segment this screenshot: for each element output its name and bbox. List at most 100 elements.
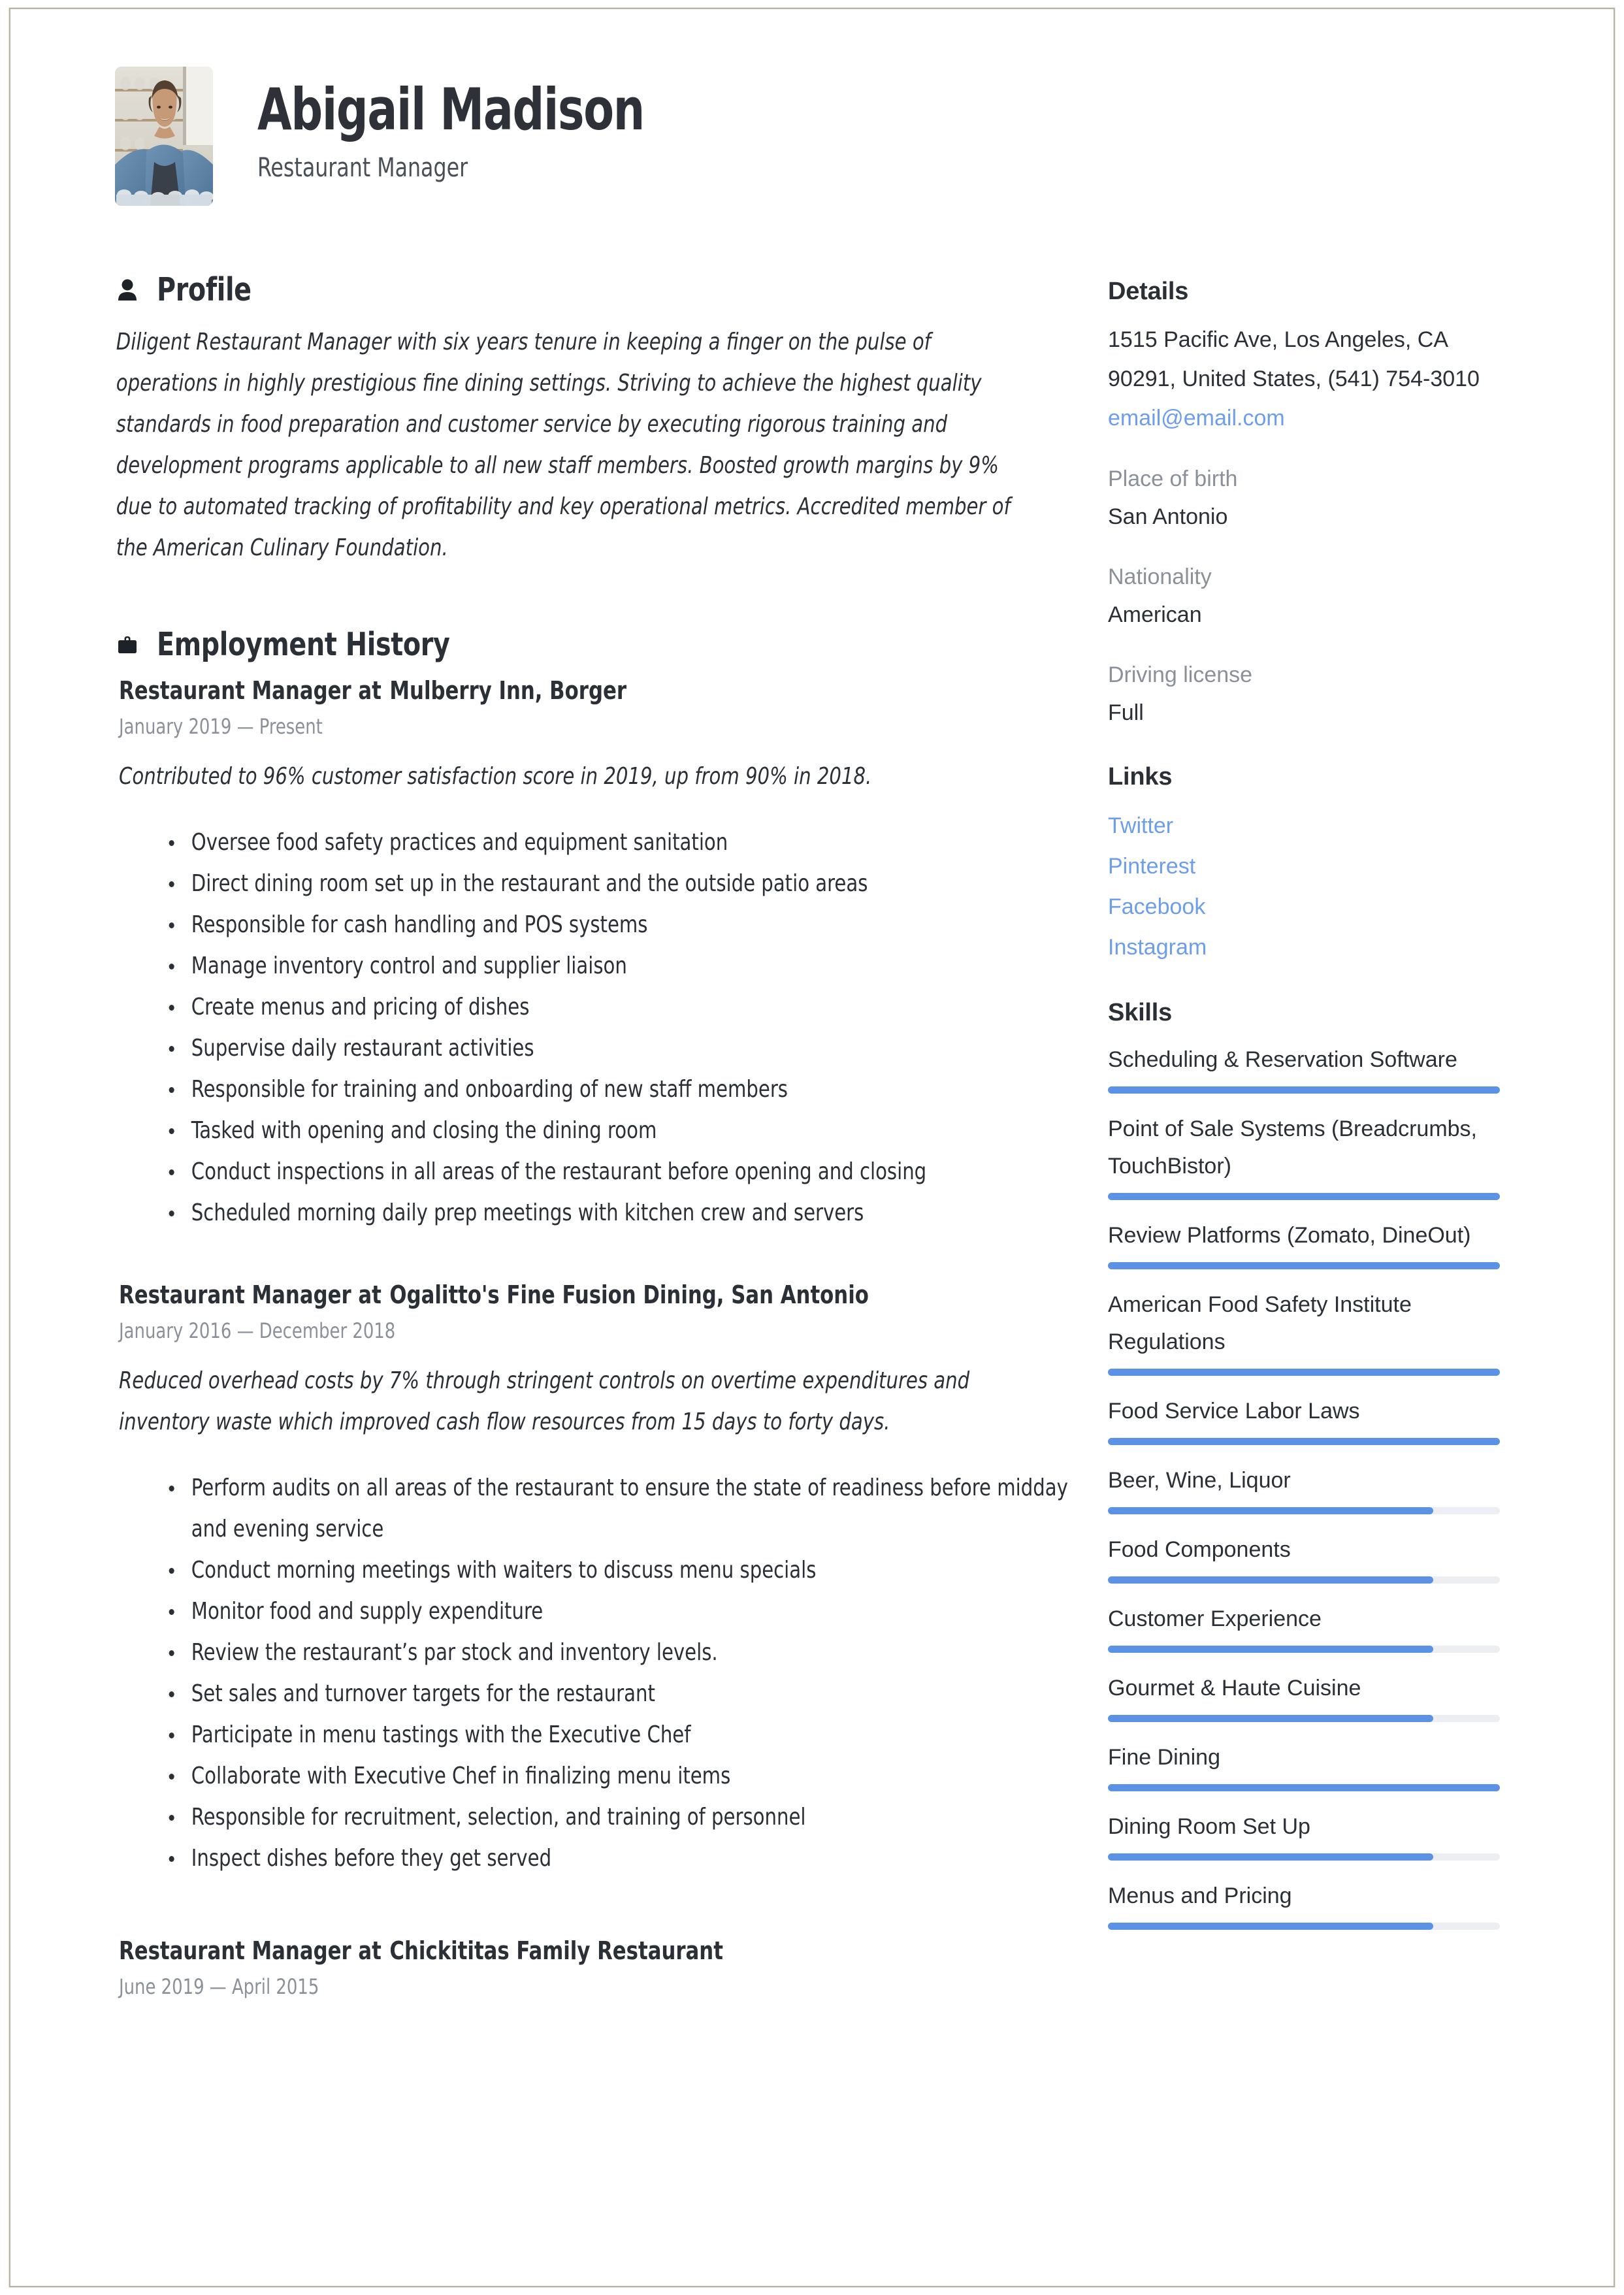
skill-progress-track [1108, 1576, 1500, 1584]
bullet-item: Manage inventory control and supplier li… [161, 945, 1081, 986]
skill-item: Point of Sale Systems (Breadcrumbs, Touc… [1108, 1111, 1500, 1200]
page-title: Abigail Madison [257, 76, 645, 143]
field-value: San Antonio [1108, 504, 1228, 529]
person-icon [115, 276, 140, 304]
profile-section: Profile Diligent Restaurant Manager with… [115, 271, 1036, 568]
profile-heading: Profile [157, 271, 252, 308]
field-label: Driving license [1108, 662, 1253, 687]
skill-progress-track [1108, 1507, 1500, 1514]
skill-progress-fill [1108, 1507, 1433, 1514]
field-label: Nationality [1108, 564, 1212, 589]
skill-progress-fill [1108, 1086, 1500, 1094]
field-label: Place of birth [1108, 466, 1238, 491]
bullet-item: Direct dining room set up in the restaur… [161, 863, 1081, 904]
address-text: 1515 Pacific Ave, Los Angeles, CA 90291,… [1108, 327, 1480, 391]
job-dates: January 2016 — December 2018 [119, 1318, 396, 1343]
job-summary: Contributed to 96% customer satisfaction… [119, 763, 872, 790]
bullet-item: Review the restaurant’s par stock and in… [161, 1632, 1081, 1673]
skill-item: Food Service Labor Laws [1108, 1393, 1500, 1445]
bullet-item: Monitor food and supply expenditure [161, 1591, 1081, 1632]
job-bullets: Oversee food safety practices and equipm… [161, 822, 1081, 1233]
skill-progress-track [1108, 1784, 1500, 1791]
link-pinterest[interactable]: Pinterest [1108, 846, 1500, 887]
bullet-item: Collaborate with Executive Chef in final… [161, 1755, 1081, 1797]
job-dates: June 2019 — April 2015 [119, 1974, 319, 1999]
skill-label: Food Components [1108, 1537, 1291, 1562]
skill-item: Dining Room Set Up [1108, 1808, 1500, 1861]
bullet-item: Supervise daily restaurant activities [161, 1028, 1081, 1069]
skill-progress-track [1108, 1646, 1500, 1653]
bullet-item: Conduct inspections in all areas of the … [161, 1151, 1081, 1192]
skill-progress-fill [1108, 1853, 1433, 1861]
links-heading: Links [1108, 763, 1173, 790]
skill-label: Food Service Labor Laws [1108, 1399, 1360, 1424]
skill-item: American Food Safety Institute Regulatio… [1108, 1286, 1500, 1376]
job-summary: Reduced overhead costs by 7% through str… [119, 1367, 970, 1435]
skill-progress-track [1108, 1715, 1500, 1722]
employment-section: Employment History Restaurant Manager at… [115, 626, 1068, 1999]
bullet-item: Scheduled morning daily prep meetings wi… [161, 1192, 1081, 1233]
job-employer: Mulberry Inn, Borger [389, 676, 627, 705]
skill-item: Beer, Wine, Liquor [1108, 1462, 1500, 1514]
bullet-item: Responsible for recruitment, selection, … [161, 1797, 1081, 1838]
details-heading: Details [1108, 278, 1189, 305]
skill-label: American Food Safety Institute Regulatio… [1108, 1292, 1412, 1354]
skill-label: Gourmet & Haute Cuisine [1108, 1676, 1361, 1701]
skill-label: Menus and Pricing [1108, 1883, 1292, 1908]
skill-progress-track [1108, 1923, 1500, 1930]
skill-item: Review Platforms (Zomato, DineOut) [1108, 1217, 1500, 1269]
detail-field-nationality: Nationality American [1108, 558, 1500, 634]
skills-list: Scheduling & Reservation Software Point o… [1108, 1041, 1500, 1930]
profile-text: Diligent Restaurant Manager with six yea… [116, 329, 1011, 561]
bullet-item: Participate in menu tastings with the Ex… [161, 1714, 1081, 1755]
job-employer: Ogalitto's Fine Fusion Dining, San Anton… [389, 1280, 869, 1309]
field-value: American [1108, 602, 1202, 627]
email-link[interactable]: email@email.com [1108, 406, 1285, 431]
skill-progress-track [1108, 1193, 1500, 1200]
job-bullets: Perform audits on all areas of the resta… [161, 1467, 1081, 1879]
skill-label: Customer Experience [1108, 1606, 1322, 1631]
skill-progress-track [1108, 1086, 1500, 1094]
skill-progress-fill [1108, 1438, 1500, 1445]
bullet-item: Tasked with opening and closing the dini… [161, 1110, 1081, 1151]
skill-progress-fill [1108, 1262, 1500, 1269]
links-section: Links Twitter Pinterest Facebook Instagr… [1108, 763, 1500, 968]
skill-progress-fill [1108, 1193, 1500, 1200]
bullet-item: Oversee food safety practices and equipm… [161, 822, 1081, 863]
skill-item: Gourmet & Haute Cuisine [1108, 1670, 1500, 1722]
job-employer: Chickititas Family Restaurant [389, 1936, 723, 1965]
avatar [115, 67, 213, 206]
skill-progress-fill [1108, 1715, 1433, 1722]
job-role: Restaurant Manager at [119, 1280, 382, 1309]
skill-progress-fill [1108, 1784, 1500, 1791]
link-twitter[interactable]: Twitter [1108, 806, 1500, 846]
sidebar: Details 1515 Pacific Ave, Los Angeles, C… [1108, 271, 1500, 2006]
skill-progress-fill [1108, 1369, 1500, 1376]
skill-progress-track [1108, 1262, 1500, 1269]
details-section: Details 1515 Pacific Ave, Los Angeles, C… [1108, 278, 1500, 438]
bullet-item: Responsible for training and onboarding … [161, 1069, 1081, 1110]
job-entry: Restaurant Manager at Mulberry Inn, Borge… [115, 676, 1036, 1233]
link-instagram[interactable]: Instagram [1108, 927, 1500, 968]
skill-progress-fill [1108, 1646, 1433, 1653]
header-subtitle: Restaurant Manager [257, 153, 468, 183]
skill-label: Fine Dining [1108, 1745, 1220, 1770]
employment-heading: Employment History [157, 626, 450, 663]
link-facebook[interactable]: Facebook [1108, 887, 1500, 927]
bullet-item: Set sales and turnover targets for the r… [161, 1673, 1081, 1714]
job-entry: Restaurant Manager at Ogalitto's Fine Fus… [115, 1280, 1068, 1879]
bullet-item: Responsible for cash handling and POS sy… [161, 904, 1081, 945]
skill-progress-track [1108, 1438, 1500, 1445]
skill-item: Fine Dining [1108, 1739, 1500, 1791]
skill-label: Dining Room Set Up [1108, 1814, 1310, 1839]
job-entry: Restaurant Manager at Chickititas Family … [115, 1936, 1036, 1999]
skill-progress-fill [1108, 1576, 1433, 1584]
skill-item: Food Components [1108, 1531, 1500, 1584]
skills-heading: Skills [1108, 999, 1173, 1026]
skill-progress-track [1108, 1369, 1500, 1376]
main-column: Profile Diligent Restaurant Manager with… [115, 271, 1068, 2006]
bullet-item: Inspect dishes before they get served [161, 1838, 1081, 1879]
skill-label: Review Platforms (Zomato, DineOut) [1108, 1223, 1471, 1248]
bullet-item: Create menus and pricing of dishes [161, 986, 1081, 1028]
skill-label: Beer, Wine, Liquor [1108, 1468, 1291, 1493]
